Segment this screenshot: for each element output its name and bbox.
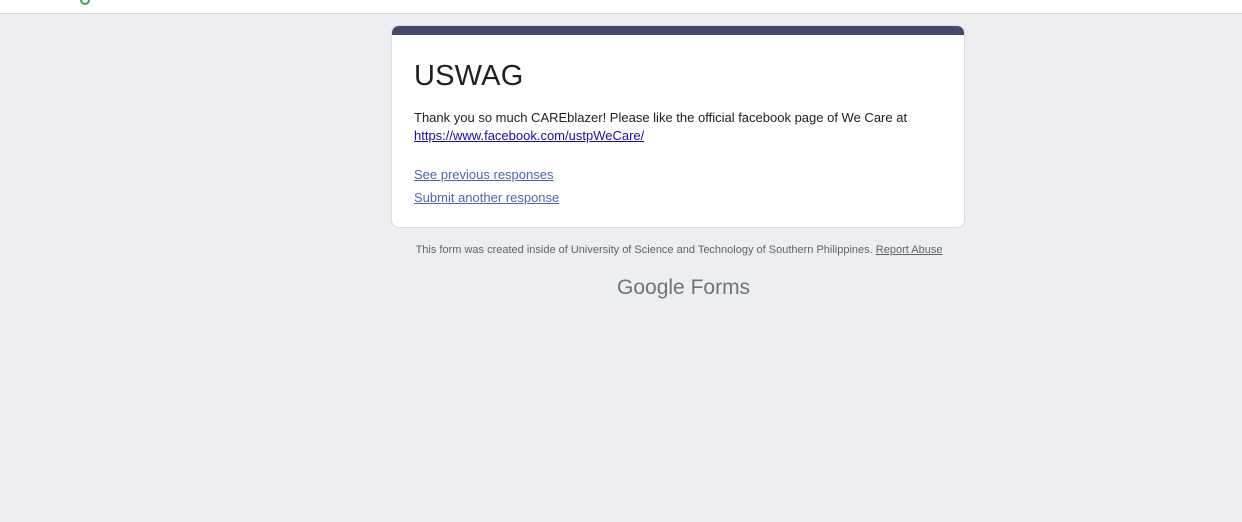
footer-note: This form was created inside of Universi… — [0, 244, 1242, 256]
bookmarks-bar — [0, 0, 1242, 14]
report-abuse-link[interactable]: Report Abuse — [876, 244, 943, 256]
submit-another-response-link[interactable]: Submit another response — [414, 190, 559, 205]
google-forms-logo[interactable]: Google Forms — [617, 276, 750, 300]
see-previous-responses-link[interactable]: See previous responses — [414, 167, 553, 182]
apps-grid-icon[interactable] — [10, 0, 20, 4]
bookmark-favicon-icon[interactable] — [80, 0, 90, 5]
form-confirmation-card: USWAG Thank you so much CAREblazer! Plea… — [391, 25, 965, 228]
confirmation-message: Thank you so much CAREblazer! Please lik… — [414, 109, 944, 145]
facebook-page-link[interactable]: https://www.facebook.com/ustpWeCare/ — [414, 128, 644, 143]
card-accent-bar — [392, 26, 964, 35]
confirmation-message-text: Thank you so much CAREblazer! Please lik… — [414, 110, 908, 125]
form-title: USWAG — [414, 60, 524, 92]
footer-created-inside-text: This form was created inside of Universi… — [415, 244, 873, 256]
brand-google-text: Google — [617, 276, 685, 299]
brand-forms-text: Forms — [690, 276, 751, 299]
microsoft-logo-icon[interactable] — [228, 0, 242, 4]
